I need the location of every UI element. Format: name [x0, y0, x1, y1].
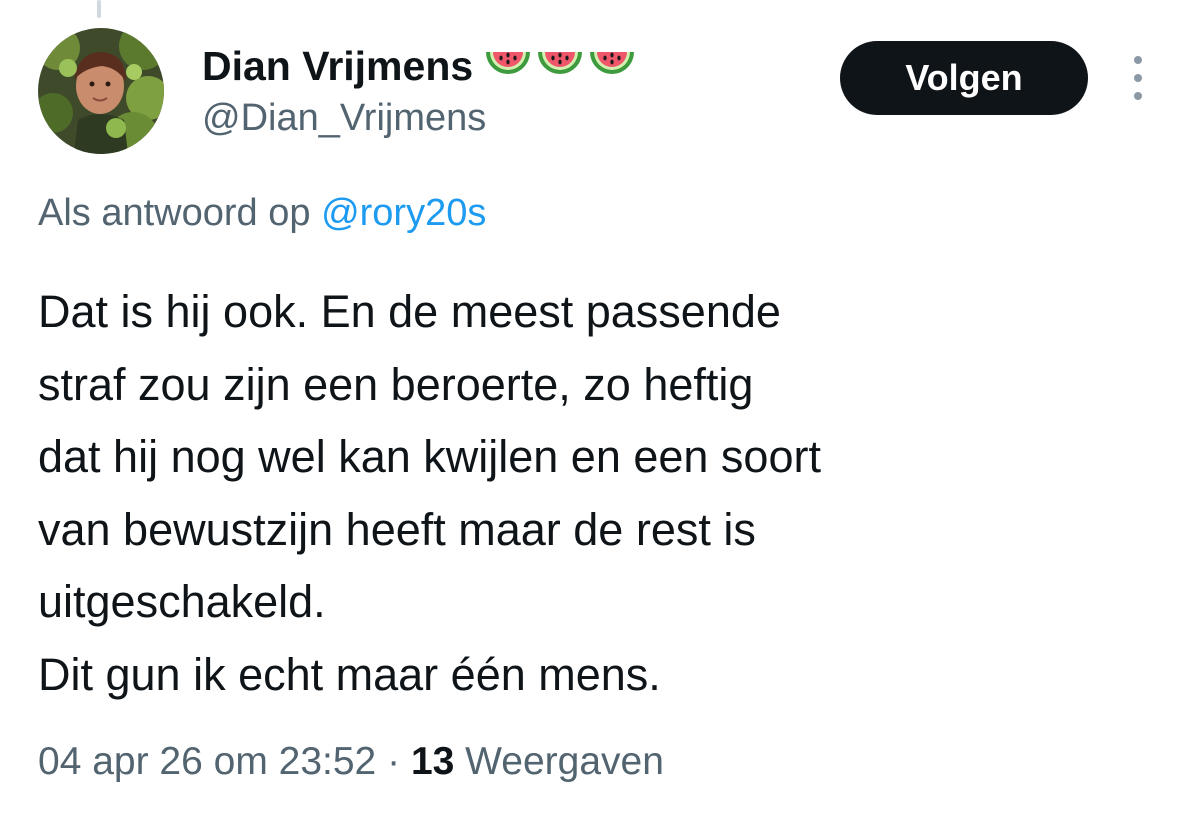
more-dot — [1134, 92, 1142, 100]
tweet-text-line: uitgeschakeld. — [38, 576, 326, 628]
author-name-row: Dian Vrijmens — [202, 40, 637, 92]
tweet-text-line: dat hij nog wel kan kwijlen en een soort — [38, 431, 821, 483]
tweet-text: Dat is hij ook. En de meest passende str… — [38, 276, 1168, 712]
avatar-image — [38, 28, 164, 154]
thread-connector-line — [97, 0, 101, 18]
meta-separator: · — [387, 740, 401, 783]
tweet-text-line: Dat is hij ook. En de meest passende — [38, 286, 781, 337]
tweet-text-line: van bewustzijn heeft maar de rest is — [38, 503, 756, 555]
watermelon-icon — [538, 52, 583, 74]
author-handle[interactable]: @Dian_Vrijmens — [202, 97, 486, 140]
views-label: Weergaven — [465, 740, 664, 783]
tweet-timestamp[interactable]: 04 apr 26 om 23:52 — [38, 740, 376, 783]
reply-mention-link[interactable]: @rory20s — [321, 192, 486, 234]
tweet-text-line: Dit gun ik echt maar één mens. — [38, 648, 661, 700]
more-dot — [1134, 56, 1142, 64]
follow-button[interactable]: Volgen — [840, 41, 1088, 115]
author-badges — [483, 46, 637, 86]
reply-context: Als antwoord op @rory20s — [38, 192, 486, 235]
more-dot — [1134, 74, 1142, 82]
watermelon-icon — [590, 52, 635, 74]
avatar[interactable] — [38, 28, 164, 154]
watermelon-icon — [486, 52, 531, 74]
author-name[interactable]: Dian Vrijmens — [202, 43, 473, 90]
views-count: 13 — [410, 740, 455, 783]
tweet-text-line: straf zou zijn een beroerte, zo heftig — [38, 358, 754, 410]
tweet-meta: 04 apr 26 om 23:52 · 13 Weergaven — [38, 740, 664, 784]
reply-prefix: Als antwoord op — [38, 192, 311, 234]
more-vertical-icon[interactable] — [1124, 56, 1152, 100]
